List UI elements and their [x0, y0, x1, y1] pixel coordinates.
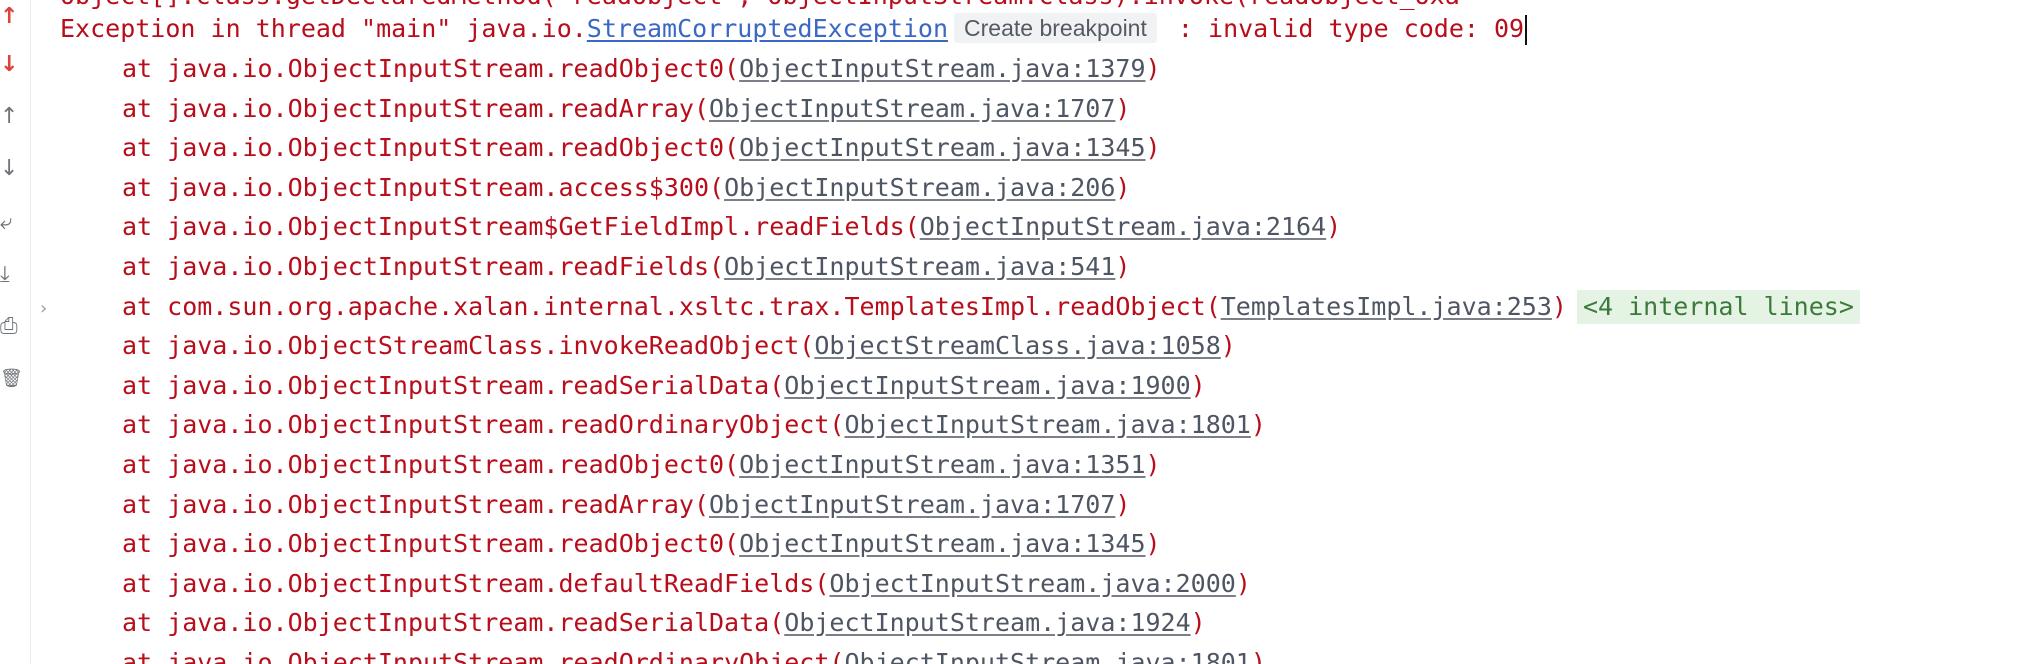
stack-frame-close: ) — [1115, 93, 1131, 123]
trash-icon[interactable]: 🗑 — [0, 366, 23, 392]
stack-frame-method: at java.io.ObjectInputStream.readObject0… — [122, 529, 740, 559]
fold-chevron-icon[interactable]: › — [40, 298, 47, 319]
stack-frame: at java.io.ObjectInputStream$GetFieldImp… — [122, 207, 1341, 247]
scroll-to-end-icon[interactable]: ⤓ — [0, 262, 22, 288]
stack-frame: at java.io.ObjectInputStream.readObject0… — [122, 524, 1161, 564]
stack-frame-close: ) — [1326, 212, 1342, 242]
console-output[interactable]: Exception in thread "main" java.io.Strea… — [60, 0, 2022, 664]
source-link[interactable]: ObjectInputStream.java:1707 — [709, 94, 1115, 123]
stack-frame-close: ) — [1235, 568, 1251, 598]
source-link[interactable]: ObjectInputStream.java:1900 — [784, 371, 1190, 400]
create-breakpoint-hint[interactable]: Create breakpoint — [954, 13, 1157, 43]
exception-prefix: Exception in thread "main" java.io. — [60, 14, 587, 43]
stack-frame-method: at java.io.ObjectInputStream.readObject0… — [122, 54, 740, 83]
source-link[interactable]: ObjectStreamClass.java:1058 — [814, 331, 1220, 360]
exception-message: : invalid type code: 09 — [1162, 14, 1525, 43]
arrow-up-icon[interactable]: ↑ — [0, 104, 22, 130]
stack-frame-close: ) — [1250, 410, 1266, 440]
stack-frame-method: at java.io.ObjectInputStream.readObject0… — [122, 450, 740, 479]
stack-frame-method: at java.io.ObjectInputStream.readObject0… — [122, 133, 740, 163]
stack-frame: at java.io.ObjectInputStream.readArray(O… — [122, 89, 1130, 129]
stack-frame-close: ) — [1551, 291, 1567, 321]
stack-frame: at java.io.ObjectInputStream.readObject0… — [122, 49, 1161, 89]
stack-frame: at java.io.ObjectInputStream.readSerialD… — [122, 366, 1206, 406]
stack-frame: at java.io.ObjectInputStream.readOrdinar… — [122, 405, 1266, 445]
stack-frame-close: ) — [1115, 489, 1131, 519]
source-link[interactable]: ObjectInputStream.java:541 — [724, 252, 1115, 281]
stack-frame-method: at java.io.ObjectInputStream.readOrdinar… — [122, 648, 845, 664]
exception-class-link[interactable]: StreamCorruptedException — [587, 14, 948, 43]
stack-frame-close: ) — [1145, 54, 1161, 83]
stack-frame: at java.io.ObjectInputStream.defaultRead… — [122, 564, 1251, 604]
source-link[interactable]: TemplatesImpl.java:253 — [1221, 292, 1552, 321]
stack-frame-method: at java.io.ObjectInputStream.access$300( — [122, 172, 725, 202]
stack-frame-close: ) — [1190, 608, 1206, 638]
stack-frame: at java.io.ObjectInputStream.readObject0… — [122, 445, 1161, 485]
stack-frame-method: at com.sun.org.apache.xalan.internal.xsl… — [122, 291, 1221, 321]
stack-frame: at com.sun.org.apache.xalan.internal.xsl… — [122, 287, 1860, 327]
source-link[interactable]: ObjectInputStream.java:1924 — [784, 608, 1190, 637]
stack-frame-close: ) — [1250, 648, 1266, 664]
arrow-down-icon[interactable]: ↓ — [0, 156, 22, 182]
stack-frame-method: at java.io.ObjectInputStream.readArray( — [122, 93, 709, 123]
arrow-up-red-icon[interactable]: ↑ — [0, 4, 22, 30]
source-link[interactable]: ObjectInputStream.java:1801 — [844, 410, 1250, 439]
console-toolbar: ↑ ↓ ↑ ↓ ⤶ ⤓ ⎙ 🗑 — [0, 0, 31, 664]
stack-frame-method: at java.io.ObjectInputStream.readOrdinar… — [122, 410, 845, 440]
stack-frame: at java.io.ObjectInputStream.readOrdinar… — [122, 643, 1266, 664]
folded-internal-lines[interactable]: <4 internal lines> — [1576, 289, 1860, 324]
source-link[interactable]: ObjectInputStream.java:1345 — [739, 529, 1145, 558]
source-link[interactable]: ObjectInputStream.java:1379 — [739, 54, 1145, 83]
exception-line: Exception in thread "main" java.io.Strea… — [60, 9, 1528, 49]
stack-frame-close: ) — [1145, 529, 1161, 559]
stack-frame-close: ) — [1145, 450, 1161, 479]
stack-frame-method: at java.io.ObjectInputStream.readFields( — [122, 252, 725, 281]
stack-frame-method: at java.io.ObjectInputStream.defaultRead… — [122, 568, 830, 598]
stack-frame-method: at java.io.ObjectInputStream.readSerialD… — [122, 608, 785, 638]
stack-frame-close: ) — [1115, 252, 1131, 281]
print-icon[interactable]: ⎙ — [0, 314, 22, 340]
source-link[interactable]: ObjectInputStream.java:1351 — [739, 450, 1145, 479]
stack-frame-method: at java.io.ObjectInputStream.readArray( — [122, 489, 709, 519]
source-link[interactable]: ObjectInputStream.java:206 — [724, 173, 1115, 202]
stack-frame-close: ) — [1190, 370, 1206, 400]
source-link[interactable]: ObjectInputStream.java:2164 — [920, 212, 1326, 241]
soft-wrap-icon[interactable]: ⤶ — [0, 210, 22, 236]
stack-frame-close: ) — [1115, 172, 1131, 202]
text-caret — [1525, 15, 1528, 45]
stack-frame: at java.io.ObjectInputStream.access$300(… — [122, 168, 1130, 208]
stack-frame: at java.io.ObjectInputStream.readArray(O… — [122, 485, 1130, 525]
source-link[interactable]: ObjectInputStream.java:2000 — [829, 569, 1235, 598]
stack-frame-close: ) — [1220, 331, 1236, 361]
source-link[interactable]: ObjectInputStream.java:1345 — [739, 133, 1145, 162]
stack-frame: at java.io.ObjectInputStream.readSerialD… — [122, 603, 1206, 643]
stack-frame: at java.io.ObjectStreamClass.invokeReadO… — [122, 326, 1236, 366]
stack-frame: at java.io.ObjectInputStream.readObject0… — [122, 128, 1161, 168]
source-link[interactable]: ObjectInputStream.java:1801 — [844, 648, 1250, 664]
stack-frame-close: ) — [1145, 133, 1161, 163]
stack-frame-method: at java.io.ObjectInputStream.readSerialD… — [122, 370, 785, 400]
stack-frame-method: at java.io.ObjectInputStream$GetFieldImp… — [122, 212, 920, 242]
source-link[interactable]: ObjectInputStream.java:1707 — [709, 490, 1115, 519]
stack-frame: at java.io.ObjectInputStream.readFields(… — [122, 247, 1130, 287]
arrow-down-red-icon[interactable]: ↓ — [0, 52, 22, 78]
stack-frame-method: at java.io.ObjectStreamClass.invokeReadO… — [122, 331, 815, 361]
